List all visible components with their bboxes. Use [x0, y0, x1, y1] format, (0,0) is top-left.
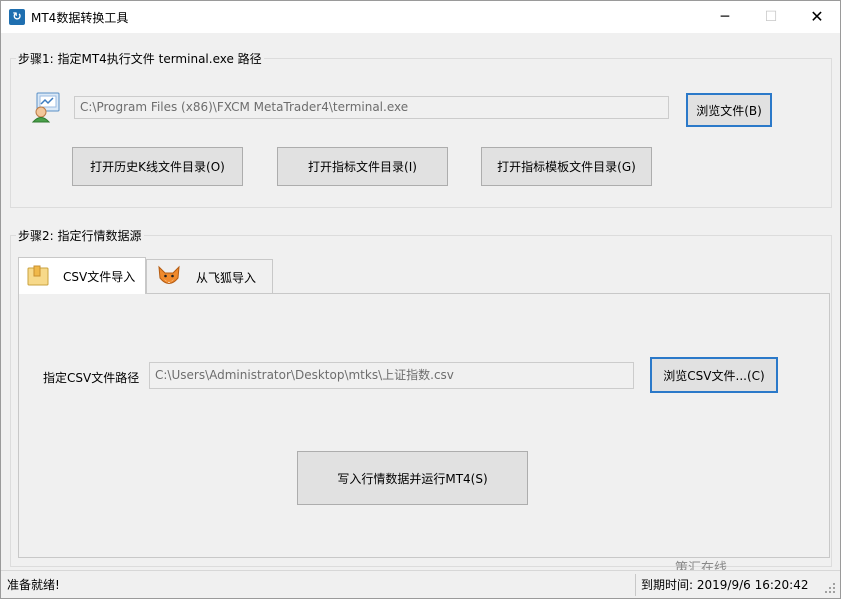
write-data-run-mt4-button[interactable]: 写入行情数据并运行MT4(S): [297, 451, 528, 505]
csv-path-input[interactable]: C:\Users\Administrator\Desktop\mtks\上证指数…: [149, 362, 634, 389]
terminal-user-icon: [31, 91, 63, 123]
minimize-button[interactable]: ─: [702, 1, 748, 33]
browse-file-button[interactable]: 浏览文件(B): [686, 93, 772, 127]
tab-feihu-import[interactable]: 从飞狐导入: [146, 259, 273, 294]
open-history-dir-button[interactable]: 打开历史K线文件目录(O): [72, 147, 243, 186]
open-indicator-dir-button[interactable]: 打开指标文件目录(I): [277, 147, 448, 186]
window-title: MT4数据转换工具: [31, 11, 129, 25]
app-logo-icon: ↻: [9, 9, 25, 25]
status-ready-text: 准备就绪!: [7, 578, 60, 592]
tab-csv-import[interactable]: CSV文件导入: [18, 257, 146, 294]
step2-title: 步骤2: 指定行情数据源: [16, 227, 144, 244]
csv-path-label: 指定CSV文件路径: [43, 371, 140, 385]
open-template-dir-button[interactable]: 打开指标模板文件目录(G): [481, 147, 652, 186]
status-separator: [635, 574, 636, 596]
csv-import-panel: [18, 293, 830, 558]
fox-icon: [156, 264, 182, 290]
title-bar[interactable]: ↻ MT4数据转换工具 ─ ☐ ✕: [1, 1, 840, 33]
tab-csv-import-label: CSV文件导入: [63, 270, 136, 284]
tab-feihu-import-label: 从飞狐导入: [196, 271, 257, 285]
terminal-path-input[interactable]: C:\Program Files (x86)\FXCM MetaTrader4\…: [74, 96, 669, 119]
step1-title: 步骤1: 指定MT4执行文件 terminal.exe 路径: [16, 50, 264, 67]
browse-csv-button[interactable]: 浏览CSV文件...(C): [650, 357, 778, 393]
status-bar: 准备就绪! 到期时间: 2019/9/6 16:20:42: [1, 570, 840, 598]
app-window: ↻ MT4数据转换工具 ─ ☐ ✕ 步骤1: 指定MT4执行文件 termina…: [0, 0, 841, 599]
maximize-button[interactable]: ☐: [748, 1, 794, 33]
resize-grip-icon[interactable]: [823, 581, 837, 595]
close-button[interactable]: ✕: [794, 1, 840, 33]
folder-icon: [27, 265, 49, 287]
status-expiry-text: 到期时间: 2019/9/6 16:20:42: [641, 578, 809, 592]
